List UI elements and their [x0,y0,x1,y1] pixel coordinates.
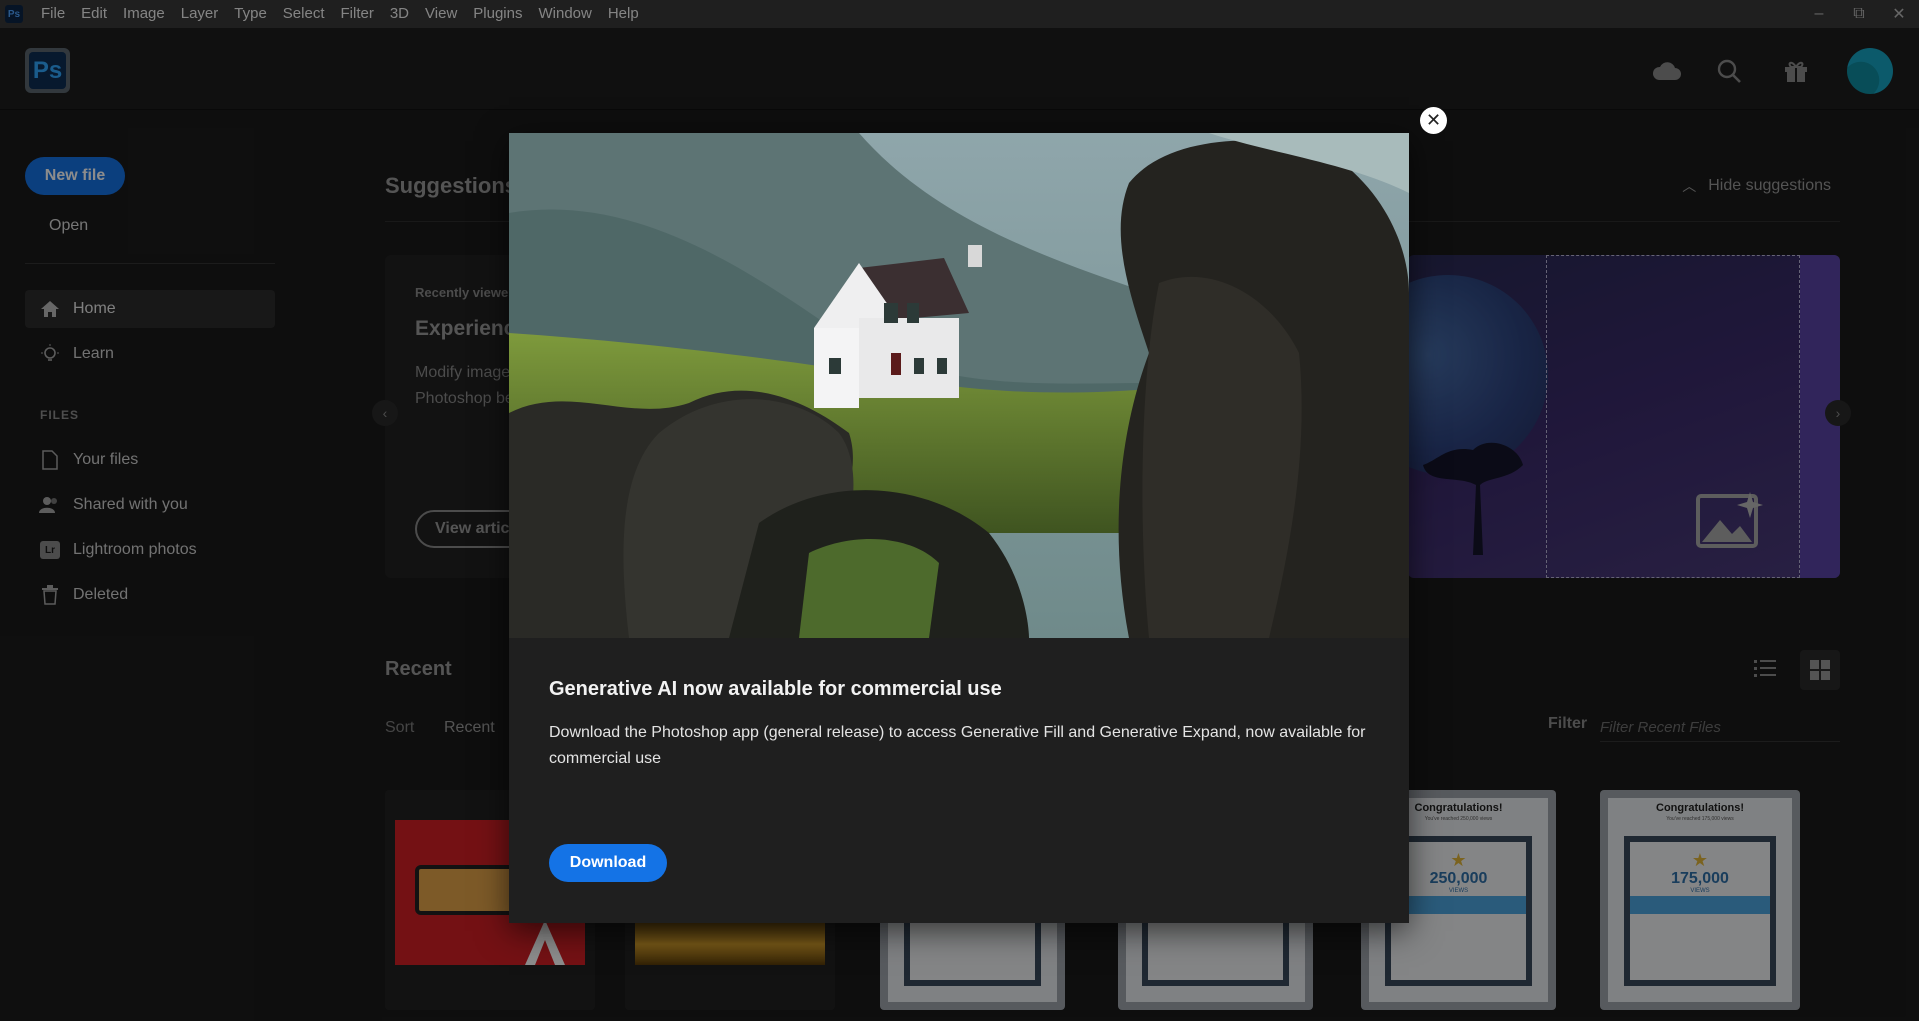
download-button[interactable]: Download [549,844,667,882]
landscape-illustration [509,133,1409,638]
dialog-close-button[interactable]: ✕ [1420,107,1447,134]
generative-ai-dialog: Generative AI now available for commerci… [509,133,1409,923]
close-icon: ✕ [1425,110,1442,130]
photoshop-home-window: Ps File Edit Image Layer Type Select Fil… [0,0,1919,1021]
dialog-body: Download the Photoshop app (general rele… [549,724,1366,767]
dialog-title: Generative AI now available for commerci… [549,678,1002,700]
hero-image [509,133,1409,638]
